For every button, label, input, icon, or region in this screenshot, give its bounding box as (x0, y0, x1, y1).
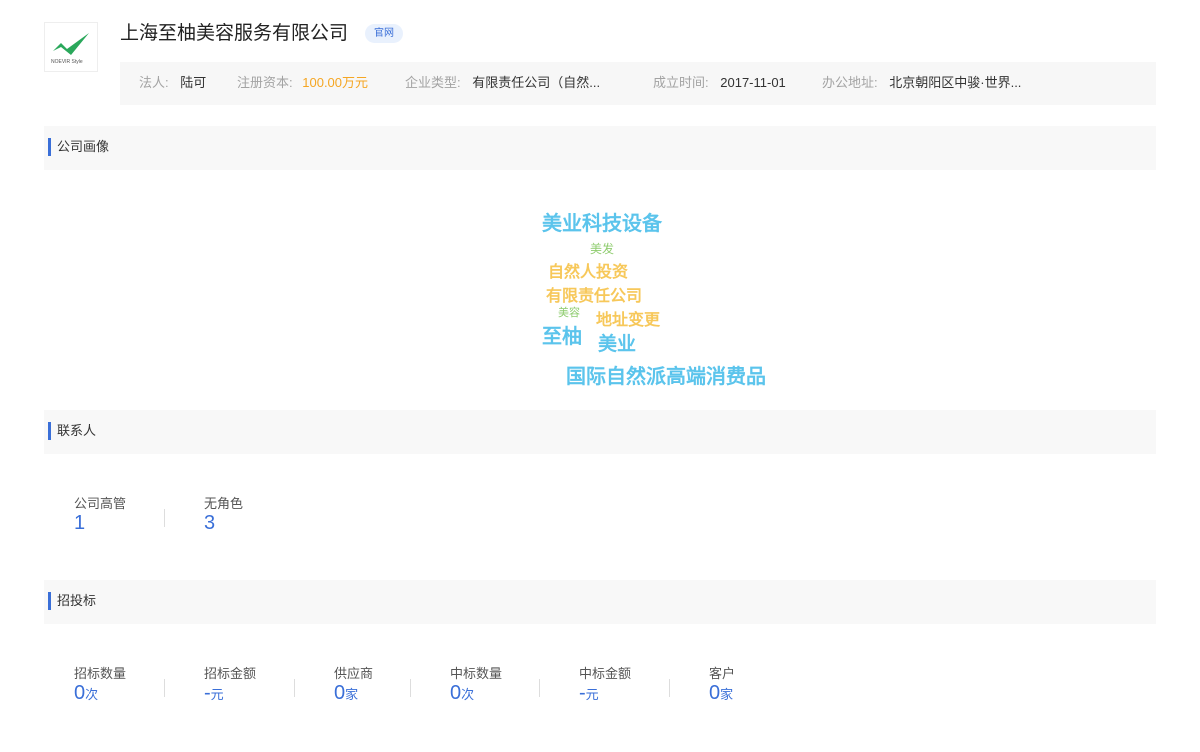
stat-label: 招标数量 (74, 666, 127, 681)
office-address: 办公地址: 北京朝阳区中骏·世界... (822, 62, 1021, 105)
word-cloud-item[interactable]: 美业 (598, 329, 636, 356)
stat-value[interactable]: 3 (204, 512, 215, 534)
stat-divider (164, 509, 165, 527)
stat-unit: 次 (461, 687, 475, 702)
section-contacts: 联系人 (44, 410, 1156, 454)
word-cloud-item[interactable]: 有限责任公司 (546, 282, 642, 306)
capital-value: 100.00万元 (302, 75, 369, 90)
word-cloud-item[interactable]: 美容 (558, 304, 580, 320)
stat-divider (410, 679, 411, 697)
stat-label: 中标数量 (450, 666, 503, 681)
section-accent-bar (48, 422, 51, 440)
capital-label: 注册资本: (237, 75, 293, 90)
registered-capital: 注册资本: 100.00万元 (237, 62, 368, 105)
stat-unit: 家 (720, 687, 734, 702)
company-type: 企业类型: 有限责任公司（自然... (405, 62, 600, 105)
word-cloud-item[interactable]: 至柚 (542, 320, 582, 349)
checkmark-logo-icon (53, 33, 89, 55)
section-accent-bar (48, 592, 51, 610)
stat-value[interactable]: 0 (709, 682, 720, 704)
stat-value[interactable]: 0 (450, 682, 461, 704)
word-cloud-item[interactable]: 国际自然派高端消费品 (566, 360, 766, 389)
stat-label: 招标金额 (204, 666, 257, 681)
founded-value: 2017-11-01 (720, 75, 786, 90)
section-company-portrait: 公司画像 (44, 126, 1156, 170)
stat-value[interactable]: 1 (74, 512, 85, 534)
type-label: 企业类型: (405, 75, 461, 90)
bidding-stat[interactable]: 招标数量 0次 (74, 663, 126, 705)
legal-rep-label: 法人: (139, 75, 169, 90)
company-name[interactable]: 上海至柚美容服务有限公司 (120, 18, 348, 45)
logo-text: NOEVIR Style (51, 59, 83, 65)
stat-divider (294, 679, 295, 697)
stat-value[interactable]: 0 (74, 682, 85, 704)
word-cloud-item[interactable]: 地址变更 (596, 306, 660, 330)
word-cloud-item[interactable]: 美发 (590, 240, 614, 257)
legal-rep: 法人: 陆可 (139, 62, 206, 105)
section-bidding: 招投标 (44, 580, 1156, 624)
word-cloud-item[interactable]: 自然人投资 (548, 258, 628, 282)
stat-value[interactable]: - (204, 682, 211, 704)
founded-label: 成立时间: (653, 75, 709, 90)
stat-label: 无角色 (204, 496, 244, 511)
stat-label: 公司高管 (74, 496, 127, 511)
bidding-stat[interactable]: 中标数量 0次 (450, 663, 502, 705)
stat-unit: 家 (345, 687, 359, 702)
address-label: 办公地址: (822, 75, 878, 90)
stat-label: 供应商 (334, 666, 374, 681)
stat-unit: 次 (85, 687, 99, 702)
official-site-badge[interactable]: 官网 (365, 24, 403, 43)
stat-unit: 元 (210, 687, 224, 702)
company-logo: NOEVIR Style (44, 22, 98, 72)
company-info-bar: 法人: 陆可 注册资本: 100.00万元 企业类型: 有限责任公司（自然...… (120, 62, 1156, 105)
stat-divider (669, 679, 670, 697)
stat-unit: 元 (585, 687, 599, 702)
bidding-stat[interactable]: 客户 0家 (709, 663, 735, 705)
stat-value[interactable]: - (579, 682, 586, 704)
section-title: 联系人 (57, 423, 97, 438)
stat-divider (539, 679, 540, 697)
stat-label: 客户 (709, 666, 736, 681)
stat-divider (164, 679, 165, 697)
bidding-stat[interactable]: 中标金额 -元 (579, 663, 631, 705)
bidding-stat[interactable]: 招标金额 -元 (204, 663, 256, 705)
address-value: 北京朝阳区中骏·世界... (889, 75, 1022, 90)
contact-stat-no-role[interactable]: 无角色 3 (204, 493, 243, 535)
legal-rep-value[interactable]: 陆可 (180, 75, 206, 90)
section-title: 公司画像 (57, 139, 110, 154)
word-cloud-item[interactable]: 美业科技设备 (542, 207, 662, 236)
section-accent-bar (48, 138, 51, 156)
bidding-stat[interactable]: 供应商 0家 (334, 663, 373, 705)
stat-value[interactable]: 0 (334, 682, 345, 704)
founded-date: 成立时间: 2017-11-01 (653, 62, 786, 105)
section-title: 招投标 (57, 593, 97, 608)
contact-stat-executives[interactable]: 公司高管 1 (74, 493, 126, 535)
type-value: 有限责任公司（自然... (472, 75, 601, 90)
stat-label: 中标金额 (579, 666, 632, 681)
